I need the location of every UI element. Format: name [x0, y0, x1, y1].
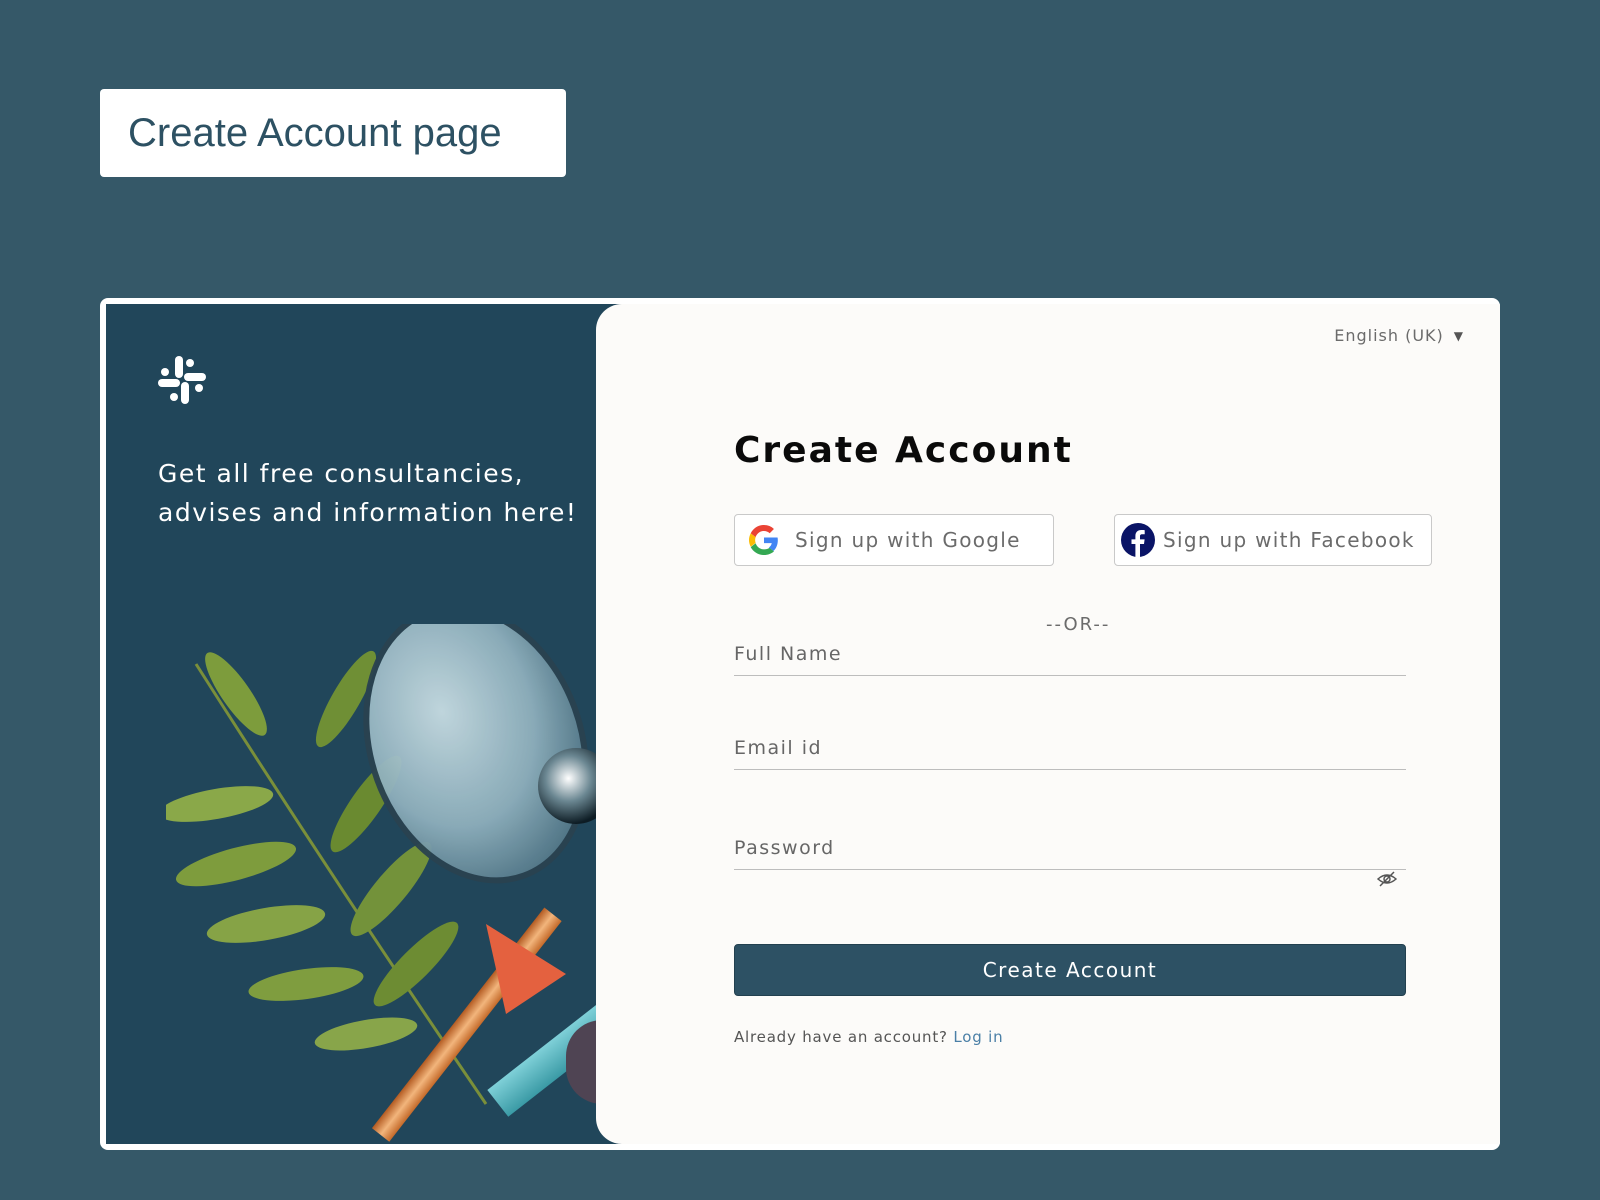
create-account-button[interactable]: Create Account: [734, 944, 1406, 996]
language-selector[interactable]: English (UK) ▼: [1334, 326, 1464, 345]
password-field[interactable]: [734, 826, 1406, 869]
facebook-icon: [1121, 523, 1155, 557]
eye-slash-icon[interactable]: [1376, 870, 1398, 888]
full-name-field-wrapper: [734, 632, 1406, 676]
email-field[interactable]: [734, 726, 1406, 769]
caret-down-icon: ▼: [1453, 328, 1464, 343]
email-field-wrapper: [734, 726, 1406, 770]
slack-logo-icon: [158, 356, 206, 404]
tagline: Get all free consultancies, advises and …: [158, 459, 578, 527]
login-prompt: Already have an account? Log in: [734, 1028, 1003, 1046]
facebook-signup-button[interactable]: Sign up with Facebook: [1114, 514, 1432, 566]
login-link[interactable]: Log in: [953, 1028, 1003, 1046]
promo-panel: Get all free consultancies, advises and …: [106, 304, 626, 1144]
create-account-window: Get all free consultancies, advises and …: [100, 298, 1500, 1150]
facebook-button-label: Sign up with Facebook: [1163, 528, 1415, 552]
google-icon: [749, 525, 778, 555]
login-prompt-text: Already have an account?: [734, 1028, 948, 1046]
google-signup-button[interactable]: Sign up with Google: [734, 514, 1054, 566]
password-field-wrapper: [734, 826, 1406, 870]
page-label-text: Create Account page: [128, 110, 502, 155]
decorative-illustration: [166, 624, 626, 1142]
google-button-label: Sign up with Google: [795, 528, 1021, 552]
form-title: Create Account: [734, 430, 1073, 471]
page-label: Create Account page: [100, 89, 566, 177]
language-label: English (UK): [1334, 326, 1444, 345]
full-name-field[interactable]: [734, 632, 1406, 675]
signup-form-panel: English (UK) ▼ Create Account Sign up wi…: [596, 304, 1500, 1144]
create-account-button-label: Create Account: [982, 958, 1158, 982]
